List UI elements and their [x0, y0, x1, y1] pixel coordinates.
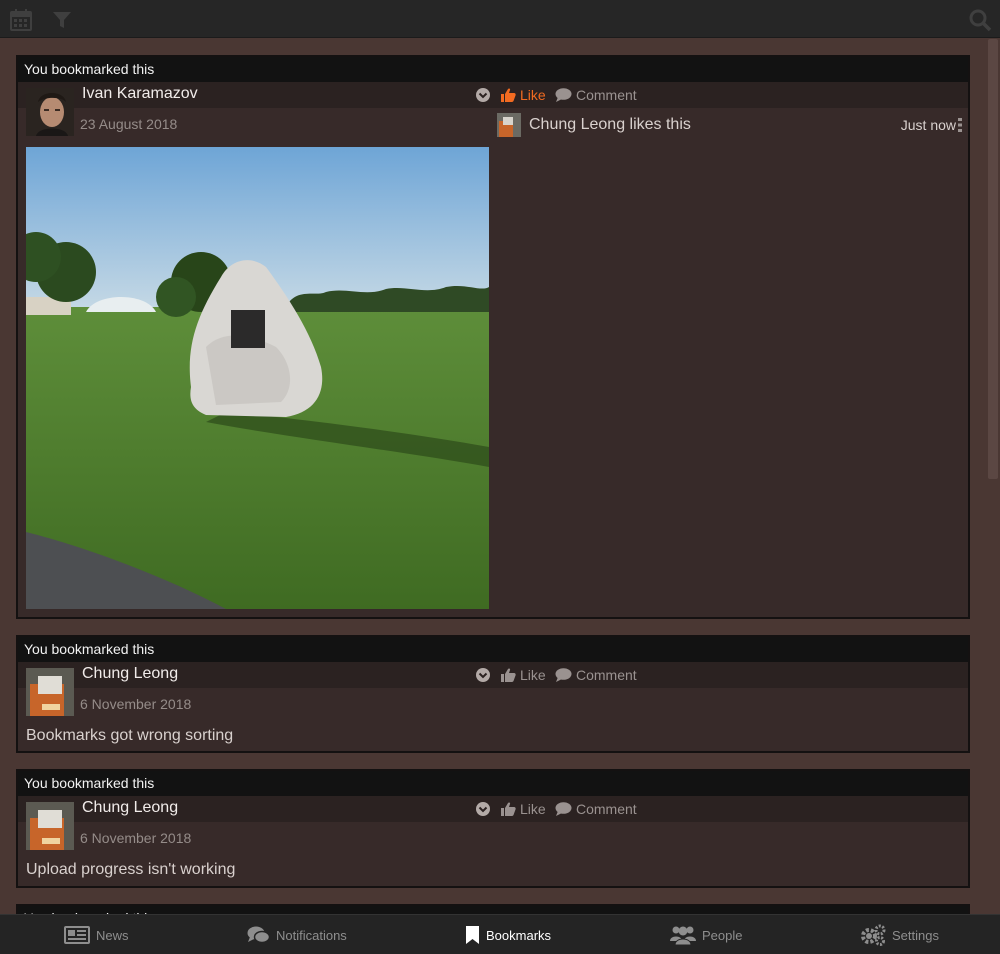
- comment-button[interactable]: Comment: [555, 667, 637, 683]
- thumbs-up-icon: [501, 668, 516, 682]
- speech-bubble-icon: [555, 668, 572, 682]
- options-chevron-icon[interactable]: [475, 801, 491, 817]
- nav-news[interactable]: News: [64, 915, 129, 954]
- like-button[interactable]: Like: [501, 801, 546, 817]
- author-name[interactable]: Chung Leong: [82, 665, 178, 683]
- story-list: You bookmarked this Ivan Karamazov Like: [0, 39, 1000, 914]
- comment-button[interactable]: Comment: [555, 87, 637, 103]
- speech-bubble-icon: [555, 88, 572, 102]
- comment-label: Comment: [576, 87, 637, 103]
- comment-label: Comment: [576, 667, 637, 683]
- nav-people[interactable]: People: [670, 915, 742, 954]
- reaction-time: Just now: [900, 117, 956, 133]
- newspaper-icon: [64, 926, 90, 944]
- reaction-menu-icon[interactable]: [958, 118, 962, 132]
- like-label: Like: [520, 667, 546, 683]
- nav-news-label: News: [96, 927, 129, 943]
- thumbs-up-icon: [501, 88, 516, 102]
- author-bar: Chung Leong Like Comment: [18, 796, 968, 822]
- story-header: You bookmarked this: [18, 771, 968, 796]
- post-text: Bookmarks got wrong sorting: [26, 727, 234, 744]
- post-date: 6 November 2018: [80, 830, 192, 846]
- top-toolbar: [0, 0, 1000, 38]
- chat-bubbles-icon: [247, 926, 270, 944]
- nav-people-label: People: [702, 927, 743, 943]
- like-label: Like: [520, 801, 546, 817]
- avatar[interactable]: [26, 802, 74, 850]
- nav-notifications[interactable]: Notifications: [247, 915, 347, 954]
- nav-bookmarks[interactable]: Bookmarks: [465, 915, 551, 954]
- reaction-avatar[interactable]: [497, 113, 521, 137]
- like-button[interactable]: Like: [501, 87, 546, 103]
- story-card: You bookmarked this Chung Leong Like Com: [16, 769, 970, 888]
- post-date: 6 November 2018: [80, 696, 192, 712]
- nav-bookmarks-label: Bookmarks: [486, 927, 552, 943]
- options-chevron-icon[interactable]: [475, 87, 491, 103]
- gears-icon: [861, 924, 886, 946]
- post-text: Upload progress isn't working: [26, 861, 236, 878]
- options-chevron-icon[interactable]: [475, 667, 491, 683]
- filter-icon[interactable]: [50, 8, 74, 32]
- bookmark-icon: [466, 926, 479, 944]
- bottom-navigation: News Notifications Bookmarks People Sett…: [0, 914, 1000, 954]
- story-header: You bookmarked this: [18, 57, 968, 82]
- avatar[interactable]: [26, 88, 74, 136]
- post-date: 23 August 2018: [80, 116, 178, 132]
- post-photo[interactable]: [26, 147, 489, 609]
- story-card: You bookmarked this: [16, 904, 970, 914]
- nav-notifications-label: Notifications: [276, 927, 347, 943]
- like-label: Like: [520, 87, 546, 103]
- thumbs-up-icon: [501, 802, 516, 816]
- nav-settings-label: Settings: [892, 927, 939, 943]
- nav-settings[interactable]: Settings: [860, 915, 939, 954]
- author-name[interactable]: Chung Leong: [82, 799, 178, 817]
- search-icon[interactable]: [968, 8, 992, 32]
- speech-bubble-icon: [555, 802, 572, 816]
- people-icon: [670, 926, 696, 945]
- story-card: You bookmarked this Chung Leong Like Com: [16, 635, 970, 753]
- reaction-text: Chung Leong likes this: [529, 116, 691, 133]
- comment-button[interactable]: Comment: [555, 801, 637, 817]
- calendar-icon[interactable]: [9, 8, 33, 32]
- reaction-row: Chung Leong likes this Just now: [497, 113, 962, 139]
- story-header: You bookmarked this: [18, 637, 968, 662]
- like-button[interactable]: Like: [501, 667, 546, 683]
- avatar[interactable]: [26, 668, 74, 716]
- author-bar: Ivan Karamazov Like Comment: [18, 82, 968, 108]
- author-name[interactable]: Ivan Karamazov: [82, 85, 198, 103]
- comment-label: Comment: [576, 801, 637, 817]
- story-header: You bookmarked this: [18, 906, 968, 914]
- story-card: You bookmarked this Ivan Karamazov Like: [16, 55, 970, 619]
- author-bar: Chung Leong Like Comment: [18, 662, 968, 688]
